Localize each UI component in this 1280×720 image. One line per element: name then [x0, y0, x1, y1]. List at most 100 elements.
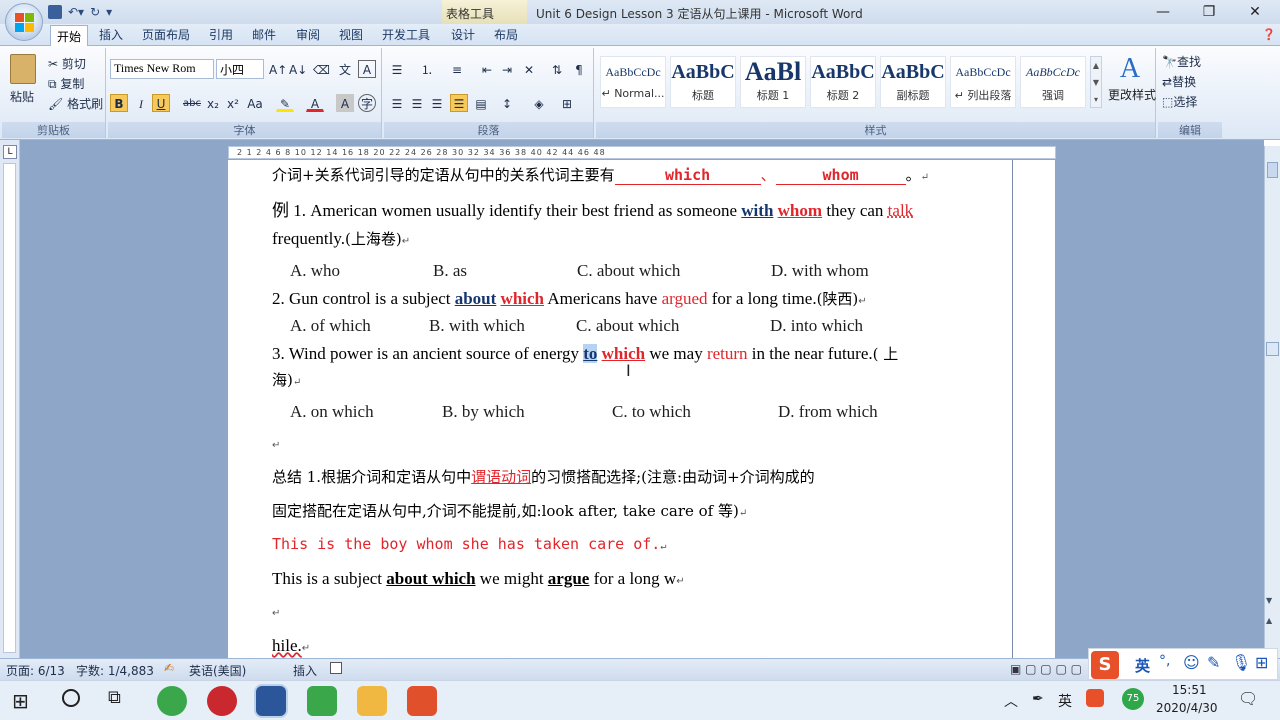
undo-icon[interactable]: ↶▾	[68, 5, 84, 19]
scroll-down-icon[interactable]: ▼	[1266, 596, 1272, 605]
subscript-icon[interactable]: x₂	[204, 94, 222, 112]
distributed-icon[interactable]: ▤	[472, 94, 490, 112]
tray-chevron-icon[interactable]: ︿	[1004, 691, 1018, 711]
browser-360-icon[interactable]	[157, 686, 187, 716]
tab-design[interactable]: 设计	[451, 24, 475, 46]
align-left-icon[interactable]: ☰	[388, 94, 406, 112]
restore-button[interactable]: ❐	[1186, 2, 1232, 22]
clear-format-icon[interactable]: ⌫	[312, 60, 330, 78]
tab-developer[interactable]: 开发工具	[382, 24, 430, 46]
page-count[interactable]: 页面: 6/13	[6, 662, 65, 679]
style-heading-1[interactable]: AaBl 标题 1	[740, 56, 806, 108]
ime-toolbar[interactable]: S 英 °, ☺ ✎ 🎙 ⊞	[1088, 648, 1278, 680]
vertical-scrollbar[interactable]: ▼ ▲	[1264, 146, 1280, 658]
tab-page-layout[interactable]: 页面布局	[142, 24, 190, 46]
view-buttons[interactable]: ▣ ▢ ▢ ▢ ▢	[1010, 662, 1082, 676]
insert-mode[interactable]: 插入	[293, 662, 317, 679]
align-right-icon[interactable]: ☰	[428, 94, 446, 112]
bullets-icon[interactable]: ☰	[388, 60, 406, 78]
decrease-indent-icon[interactable]: ⇤	[478, 60, 496, 78]
search-circle-icon[interactable]	[62, 689, 80, 707]
style-normal[interactable]: AaBbCcDc ↵ Normal...	[600, 56, 666, 108]
toolbox-icon[interactable]: ⊞	[1255, 653, 1268, 672]
underline-icon[interactable]: U	[152, 94, 170, 112]
tab-selector-icon[interactable]: L	[3, 145, 17, 159]
emoji-icon[interactable]: ☺	[1183, 653, 1200, 672]
tray-pen-icon[interactable]: ✒	[1032, 691, 1044, 707]
tray-badge[interactable]: 75	[1122, 688, 1144, 710]
paste-button[interactable]: 粘贴	[10, 88, 34, 105]
align-center-icon[interactable]: ☰	[408, 94, 426, 112]
copy-button[interactable]: ⧉ 复制	[48, 75, 84, 92]
borders-icon[interactable]: ⊞	[558, 94, 576, 112]
shading-icon[interactable]: ◈	[530, 94, 548, 112]
increase-indent-icon[interactable]: ⇥	[498, 60, 516, 78]
tray-time[interactable]: 15:51	[1172, 683, 1207, 697]
document-page[interactable]: 介词+关系代词引导的定语从句中的关系代词主要有 which、 whom 。↵ 例 1.…	[228, 160, 1055, 658]
style-list-paragraph[interactable]: AaBbCcDc ↵ 列出段落	[950, 56, 1016, 108]
tray-ime-lang[interactable]: 英	[1058, 691, 1072, 711]
start-windows-icon[interactable]: ⊞	[12, 689, 29, 713]
enclose-char-icon[interactable]: 字	[358, 94, 376, 112]
phonetic-guide-icon[interactable]: 文	[336, 60, 354, 78]
font-name-combo[interactable]: Times New Rom	[110, 59, 214, 79]
cut-button[interactable]: ✂ 剪切	[48, 55, 86, 72]
find-button[interactable]: 🔭查找	[1162, 53, 1201, 70]
help-icon[interactable]: ❓	[1262, 24, 1276, 46]
bold-icon[interactable]: B	[110, 94, 128, 112]
grow-font-icon[interactable]: A↑	[268, 60, 287, 78]
scroll-thumb[interactable]	[1266, 342, 1279, 356]
tab-view[interactable]: 视图	[339, 24, 363, 46]
line-spacing-icon[interactable]: ↕	[498, 94, 516, 112]
mic-icon[interactable]: 🎙	[1231, 653, 1251, 672]
numbering-icon[interactable]: ⒈	[418, 60, 436, 78]
minimize-button[interactable]: —	[1140, 2, 1186, 22]
highlight-icon[interactable]: ✎	[276, 94, 294, 112]
prev-page-icon[interactable]: ▲	[1266, 616, 1272, 625]
select-button[interactable]: ⬚选择	[1162, 93, 1197, 110]
tab-home[interactable]: 开始	[50, 25, 89, 47]
char-shading-icon[interactable]: A	[336, 94, 354, 112]
style-title[interactable]: AaBbC 标题	[670, 56, 736, 108]
pen-icon[interactable]: ✎	[1207, 653, 1220, 672]
char-border-icon[interactable]: A	[358, 60, 376, 78]
tab-references[interactable]: 引用	[209, 24, 233, 46]
camtasia-green-icon[interactable]	[307, 686, 337, 716]
tab-layout[interactable]: 布局	[494, 24, 518, 46]
format-painter-button[interactable]: 🖌 格式刷	[48, 95, 103, 112]
tab-review[interactable]: 审阅	[296, 24, 320, 46]
macro-record-icon[interactable]	[330, 662, 342, 674]
file-explorer-icon[interactable]	[357, 686, 387, 716]
shrink-font-icon[interactable]: A↓	[288, 60, 307, 78]
superscript-icon[interactable]: x²	[224, 94, 242, 112]
ruler-toggle-icon[interactable]	[1267, 162, 1278, 178]
save-icon[interactable]	[48, 5, 62, 19]
word-taskbar-icon[interactable]	[256, 686, 286, 716]
word-count[interactable]: 字数: 1/4,883	[76, 662, 154, 679]
ime-punct[interactable]: °,	[1159, 653, 1170, 669]
font-color-icon[interactable]: A	[306, 94, 324, 112]
replace-button[interactable]: ⇄替换	[1162, 73, 1196, 90]
proofing-icon[interactable]: ✍	[164, 661, 174, 675]
task-view-icon[interactable]: ⧉	[108, 687, 121, 708]
tray-date[interactable]: 2020/4/30	[1156, 701, 1218, 715]
style-subtitle[interactable]: AaBbC 副标题	[880, 56, 946, 108]
sogou-icon[interactable]: S	[1091, 651, 1119, 679]
change-case-icon[interactable]: Aa	[246, 94, 264, 112]
change-styles-button[interactable]: A 更改样式	[1108, 52, 1156, 103]
justify-icon[interactable]: ☰	[450, 94, 468, 112]
xiuxiu-icon[interactable]	[207, 686, 237, 716]
tab-mailings[interactable]: 邮件	[252, 24, 276, 46]
italic-icon[interactable]: I	[132, 94, 150, 112]
paste-icon[interactable]	[10, 54, 36, 84]
close-button[interactable]: ✕	[1232, 2, 1278, 22]
language-indicator[interactable]: 英语(美国)	[189, 662, 246, 679]
tab-insert[interactable]: 插入	[99, 24, 123, 46]
customize-qat-icon[interactable]: ▾	[106, 5, 112, 19]
ime-lang[interactable]: 英	[1135, 655, 1150, 676]
office-button[interactable]	[5, 3, 43, 41]
horizontal-ruler[interactable]: 2 1 2 4 6 8 10 12 14 16 18 20 22 24 26 2…	[228, 146, 1056, 159]
styles-scroll[interactable]: ▲ ▼ ▾	[1090, 56, 1102, 108]
font-size-combo[interactable]: 小四	[216, 59, 264, 79]
chinese-layout-icon[interactable]: ✕	[520, 60, 538, 78]
